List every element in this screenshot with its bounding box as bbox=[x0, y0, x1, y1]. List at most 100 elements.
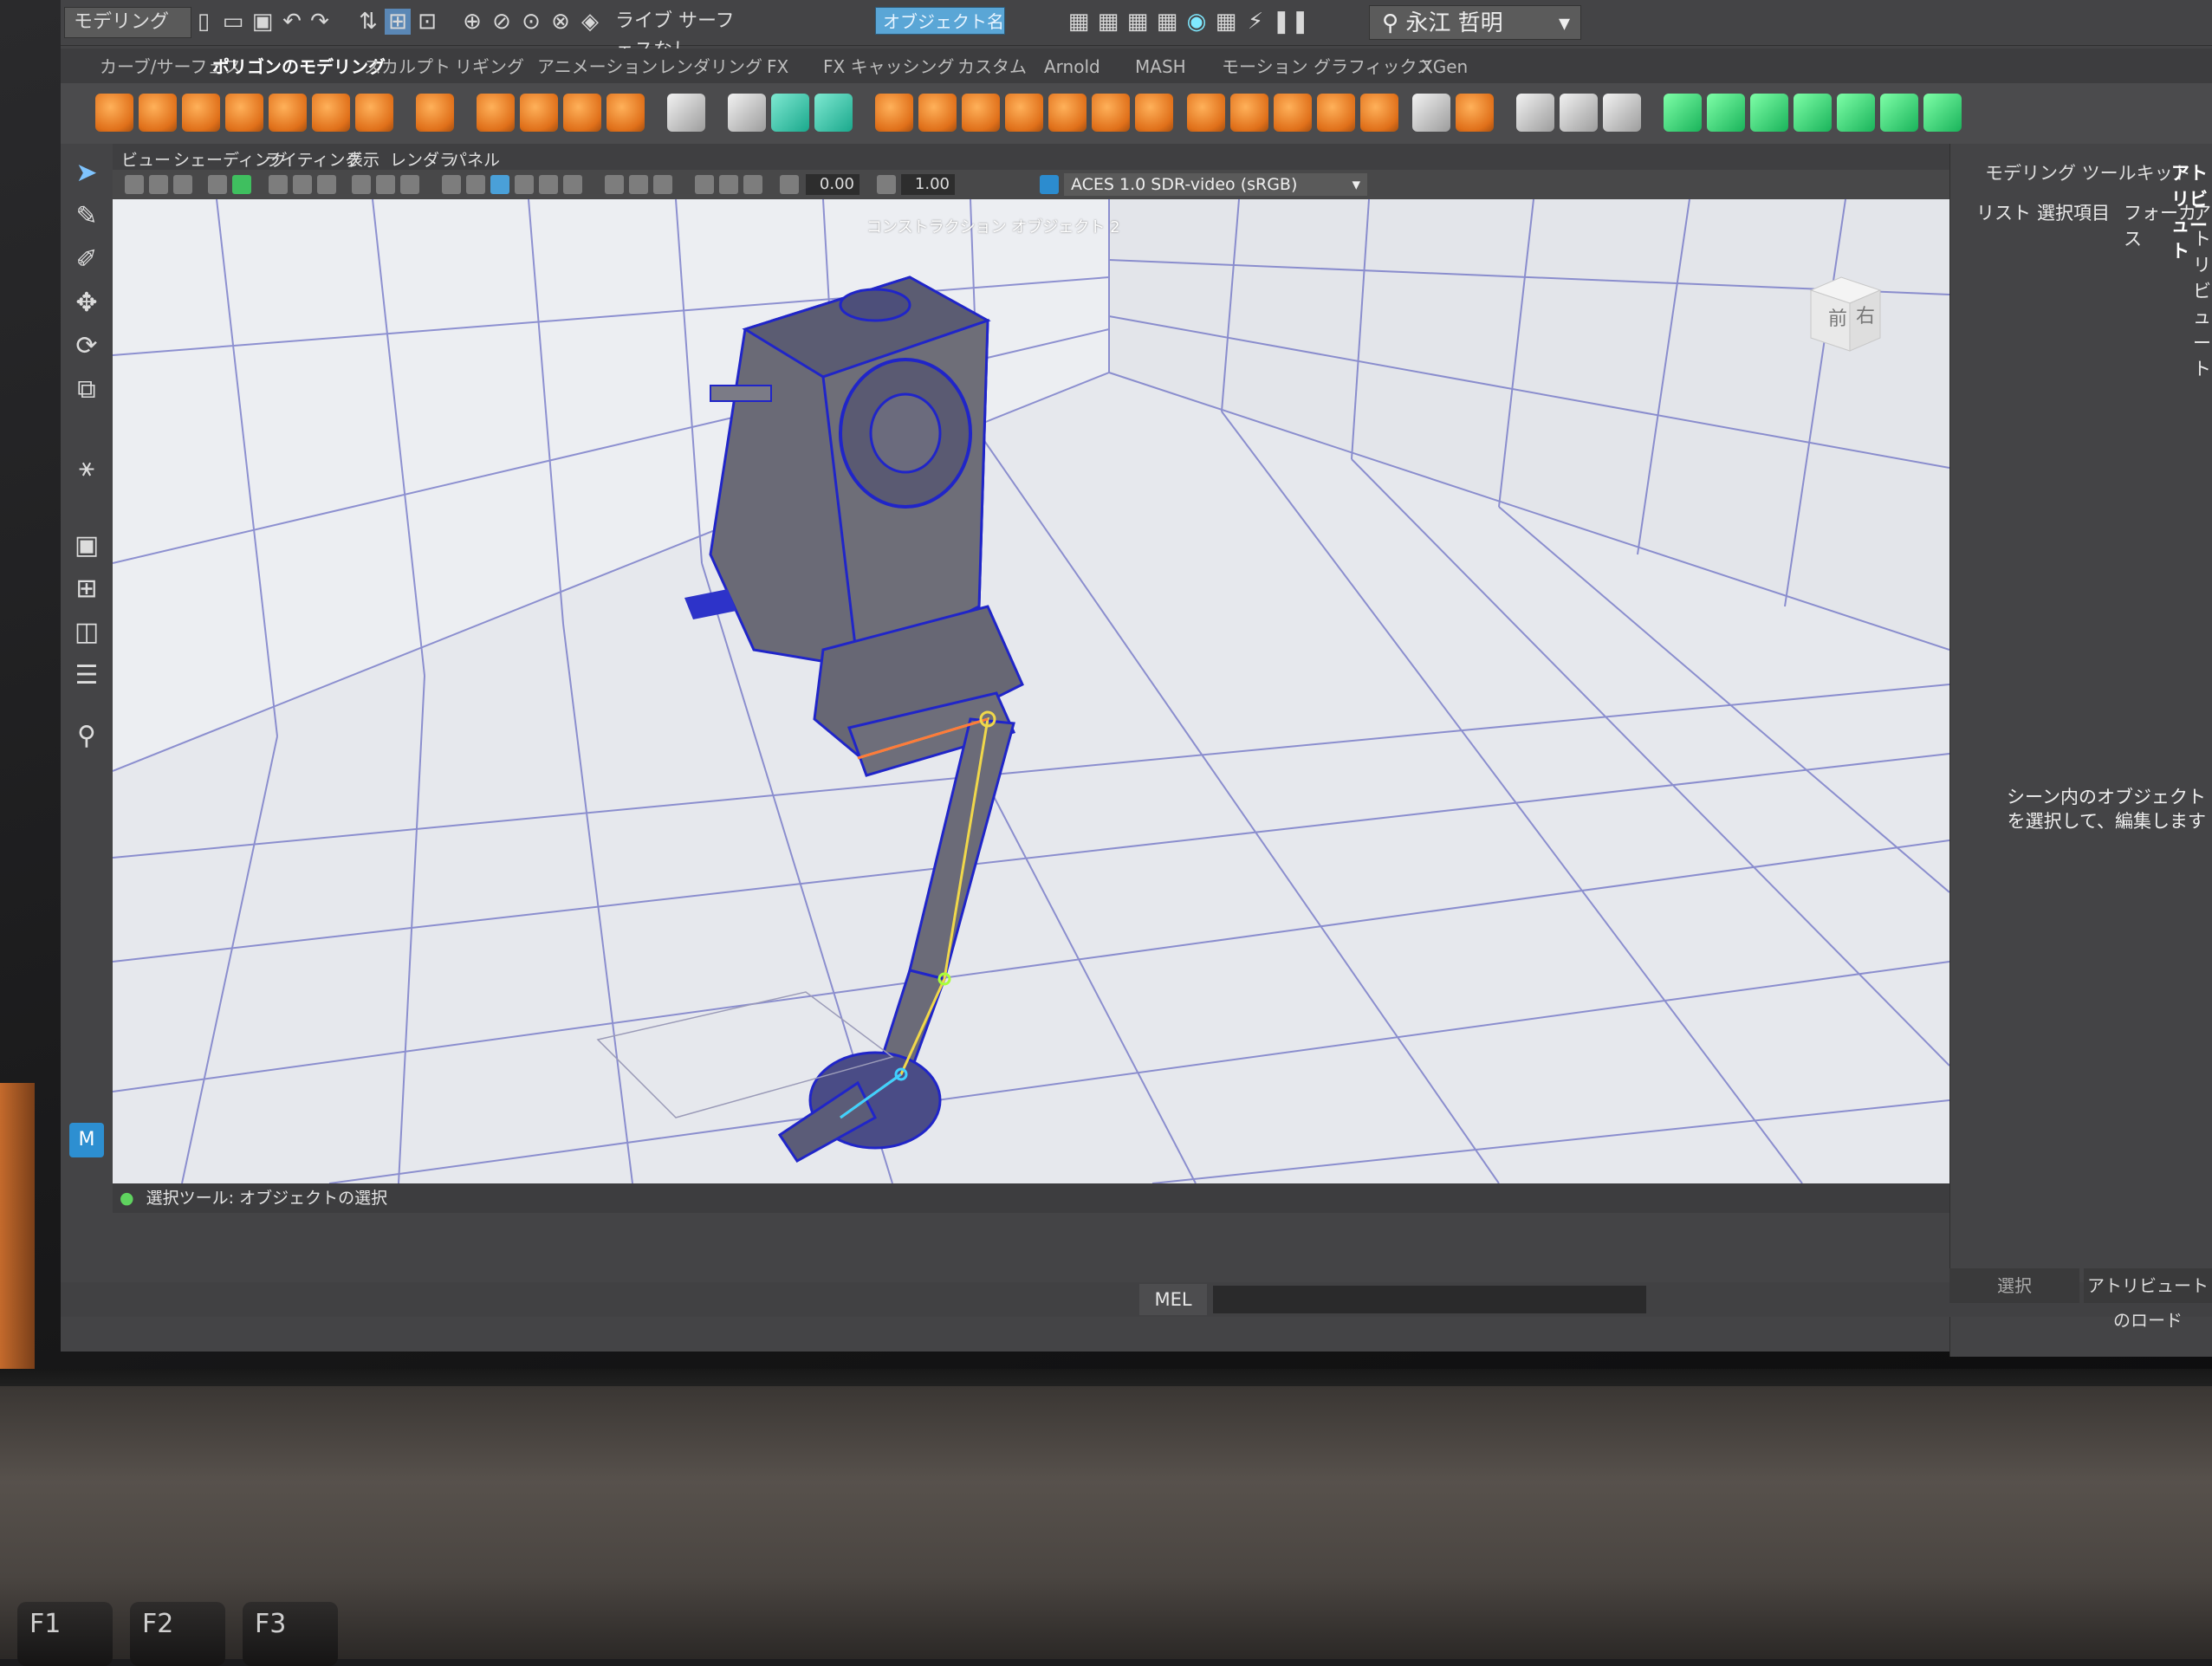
poly-sphere-icon[interactable] bbox=[95, 94, 133, 132]
resolution-gate-icon[interactable] bbox=[293, 175, 312, 194]
key-f2[interactable]: F2 bbox=[130, 1602, 225, 1666]
snap-curve-icon[interactable]: ⊘ bbox=[489, 9, 515, 35]
poly-cone-icon[interactable] bbox=[225, 94, 263, 132]
tab-custom[interactable]: カスタム bbox=[957, 54, 1027, 80]
menu-panels[interactable]: パネル bbox=[451, 147, 500, 171]
tab-xgen[interactable]: XGen bbox=[1421, 54, 1468, 80]
wireframe-icon[interactable] bbox=[442, 175, 461, 194]
snap-point-icon[interactable]: ⊙ bbox=[518, 9, 544, 35]
bridge-icon[interactable] bbox=[1005, 94, 1043, 132]
safe-title-icon[interactable] bbox=[400, 175, 419, 194]
tab-fx-caching[interactable]: FX キャッシング bbox=[823, 54, 955, 80]
camera-select-icon[interactable] bbox=[125, 175, 144, 194]
hypershade-icon[interactable]: ◉ bbox=[1184, 9, 1210, 35]
snap-surface-icon[interactable]: ◈ bbox=[577, 9, 603, 35]
poly-disc-icon[interactable] bbox=[355, 94, 393, 132]
command-input[interactable] bbox=[1213, 1286, 1646, 1313]
mirror-icon[interactable] bbox=[918, 94, 957, 132]
brush-tool-icon[interactable] bbox=[1603, 94, 1641, 132]
snap-grid-icon[interactable]: ⊕ bbox=[459, 9, 485, 35]
lights-icon[interactable] bbox=[539, 175, 558, 194]
mel-language-toggle[interactable]: MEL bbox=[1139, 1284, 1207, 1315]
menu-selected[interactable]: 選択項目 bbox=[2037, 199, 2110, 225]
gate-mask-icon[interactable] bbox=[317, 175, 336, 194]
xray-icon[interactable] bbox=[719, 175, 738, 194]
rotate-tool-icon[interactable]: ⟳ bbox=[69, 329, 104, 364]
last-tool-icon[interactable]: ⚹ bbox=[69, 451, 104, 485]
save-scene-icon[interactable]: ▣ bbox=[250, 9, 276, 35]
tab-modeling-toolkit[interactable]: モデリング ツールキット bbox=[1985, 159, 2191, 185]
fill-hole-icon[interactable] bbox=[1092, 94, 1130, 132]
separate-icon[interactable] bbox=[771, 94, 809, 132]
select-tool-icon[interactable]: ➤ bbox=[69, 156, 104, 191]
redo-icon[interactable]: ↷ bbox=[307, 9, 333, 35]
outliner-layout-icon[interactable]: ☰ bbox=[69, 658, 104, 693]
tab-arnold[interactable]: Arnold bbox=[1044, 54, 1100, 80]
smooth-shade-icon[interactable] bbox=[466, 175, 485, 194]
wireframe-on-shaded-icon[interactable] bbox=[490, 175, 509, 194]
shadows-icon[interactable] bbox=[563, 175, 582, 194]
select-object-icon[interactable]: ⊞ bbox=[385, 9, 411, 35]
uv-sphere-icon[interactable] bbox=[1750, 94, 1788, 132]
gamma-icon[interactable] bbox=[877, 175, 896, 194]
tab-animation[interactable]: アニメーション bbox=[537, 54, 658, 80]
multi-cut-icon[interactable] bbox=[1187, 94, 1225, 132]
key-f1[interactable]: F1 bbox=[17, 1602, 113, 1666]
extrude-icon[interactable] bbox=[962, 94, 1000, 132]
uv-plane-icon[interactable] bbox=[1664, 94, 1702, 132]
poly-plane-icon[interactable] bbox=[312, 94, 350, 132]
uv-auto-icon[interactable] bbox=[1794, 94, 1832, 132]
wedge-icon[interactable] bbox=[1360, 94, 1398, 132]
pause-icon[interactable]: ❚❚ bbox=[1272, 9, 1310, 35]
super-shape-icon[interactable] bbox=[477, 94, 515, 132]
color-management-icon[interactable] bbox=[1040, 175, 1059, 194]
tab-motion-graphics[interactable]: モーション グラフィックス bbox=[1222, 54, 1434, 80]
uv-cut-icon[interactable] bbox=[1923, 94, 1962, 132]
ambient-occlusion-icon[interactable] bbox=[605, 175, 624, 194]
grid-toggle-icon[interactable] bbox=[232, 175, 251, 194]
safe-action-icon[interactable] bbox=[376, 175, 395, 194]
pencil-tool-icon[interactable] bbox=[1516, 94, 1554, 132]
select-button[interactable]: 選択 bbox=[1949, 1268, 2079, 1303]
menu-list[interactable]: リスト bbox=[1976, 199, 2031, 225]
lasso-tool-icon[interactable]: ✎ bbox=[69, 199, 104, 234]
target-weld-icon[interactable] bbox=[1230, 94, 1268, 132]
workspace-menu[interactable]: モデリング bbox=[64, 7, 191, 38]
boolean-icon[interactable] bbox=[875, 94, 913, 132]
uv-unfold-icon[interactable] bbox=[1837, 94, 1875, 132]
key-f3[interactable]: F3 bbox=[243, 1602, 338, 1666]
exposure-icon[interactable] bbox=[780, 175, 799, 194]
live-surface-label[interactable]: ライブ サーフェスなし bbox=[615, 7, 745, 62]
tab-rigging[interactable]: リギング bbox=[455, 54, 524, 80]
open-scene-icon[interactable]: ▭ bbox=[220, 9, 246, 35]
bevel-icon[interactable] bbox=[1048, 94, 1087, 132]
new-scene-icon[interactable]: ▯ bbox=[191, 9, 217, 35]
poly-platonic-icon[interactable] bbox=[416, 94, 454, 132]
crease-icon[interactable] bbox=[1456, 94, 1494, 132]
textured-icon[interactable] bbox=[515, 175, 534, 194]
sweep-mesh-icon[interactable] bbox=[520, 94, 558, 132]
snap-view-icon[interactable]: ⊗ bbox=[548, 9, 574, 35]
menu-view[interactable]: ビュー bbox=[121, 147, 171, 171]
search-icon[interactable]: ⚲ bbox=[69, 719, 104, 754]
smooth-icon[interactable] bbox=[814, 94, 853, 132]
object-name-field[interactable]: オブジェクト名 bbox=[875, 7, 1005, 35]
tab-poly-modeling[interactable]: ポリゴンのモデリング bbox=[212, 54, 386, 80]
menu-renderer[interactable]: レンダラ bbox=[390, 147, 456, 171]
poly-cylinder-icon[interactable] bbox=[182, 94, 220, 132]
move-tool-icon[interactable]: ✥ bbox=[69, 286, 104, 321]
scale-tool-icon[interactable]: ⧉ bbox=[69, 373, 104, 407]
arnold-icon[interactable]: ⚡ bbox=[1242, 9, 1268, 35]
undo-icon[interactable]: ↶ bbox=[279, 9, 305, 35]
uv-editor-icon[interactable] bbox=[667, 94, 705, 132]
load-attributes-button[interactable]: アトリビュートのロード bbox=[2084, 1268, 2212, 1331]
menu-attributes[interactable]: アトリビュート bbox=[2193, 199, 2212, 381]
svg-tool-icon[interactable] bbox=[607, 94, 645, 132]
camera-attr-icon[interactable] bbox=[149, 175, 168, 194]
view-cube[interactable]: 前 右 bbox=[1802, 269, 1889, 355]
combine-icon[interactable] bbox=[728, 94, 766, 132]
gamma-field[interactable]: 1.00 bbox=[901, 174, 955, 195]
tab-fx[interactable]: FX bbox=[767, 54, 788, 80]
render-sequence-icon[interactable]: ▦ bbox=[1095, 9, 1121, 35]
poke-icon[interactable] bbox=[1317, 94, 1355, 132]
